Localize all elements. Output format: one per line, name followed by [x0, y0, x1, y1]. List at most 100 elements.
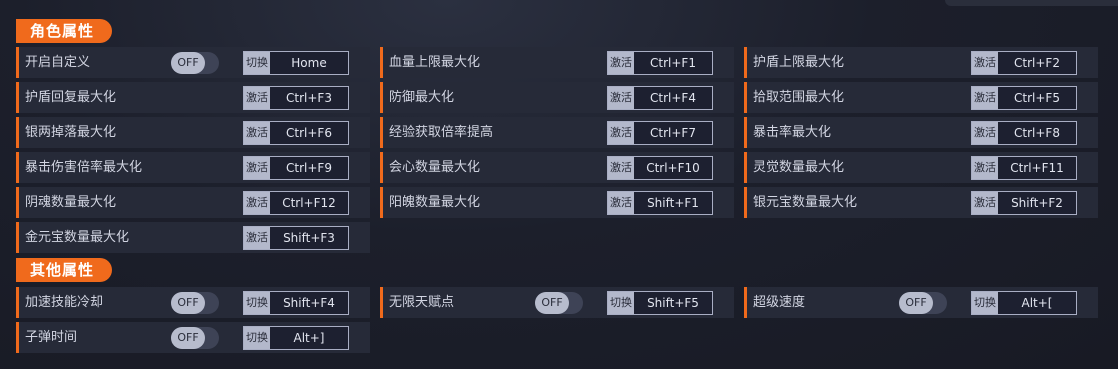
hotkey-key: Ctrl+F5 [1014, 91, 1060, 105]
hotkey-box[interactable]: 激活 Shift+F2 [971, 191, 1077, 215]
hotkey-box[interactable]: 激活 Ctrl+F2 [971, 51, 1077, 75]
hotkey-box[interactable]: 激活 Ctrl+F3 [243, 86, 349, 110]
hotkey-box[interactable]: 激活 Ctrl+F5 [971, 86, 1077, 110]
hotkey-key: Ctrl+F1 [650, 56, 696, 70]
row-bullet-time: 子弹时间 OFF 切换 Alt+] [16, 322, 370, 353]
hotkey-box[interactable]: 激活 Ctrl+F8 [971, 121, 1077, 145]
row-talent: 无限天赋点 OFF 切换 Shift+F5 [380, 287, 734, 318]
row-label: 阴魂数量最大化 [25, 195, 117, 210]
row-label: 开启自定义 [25, 55, 91, 70]
row-custom: 开启自定义 OFF 切换 Home [16, 47, 370, 78]
hotkey-verb: 激活 [972, 122, 998, 144]
hotkey-box[interactable]: 激活 Shift+F1 [607, 191, 713, 215]
hotkey-verb: 激活 [244, 157, 270, 179]
hotkey-verb: 切换 [244, 292, 270, 314]
row-label: 暴击率最大化 [753, 125, 832, 140]
hotkey-verb: 激活 [608, 157, 634, 179]
hotkey-key: Home [291, 56, 327, 70]
hotkey-box[interactable]: 激活 Shift+F3 [243, 226, 349, 250]
row-hp-max: 血量上限最大化 激活 Ctrl+F1 [380, 47, 734, 78]
hotkey-key: Ctrl+F7 [650, 126, 696, 140]
hotkey-verb: 激活 [972, 192, 998, 214]
hotkey-verb: 激活 [244, 87, 270, 109]
toggle-switch[interactable]: OFF [171, 327, 219, 349]
row-lingjue: 灵觉数量最大化 激活 Ctrl+F11 [744, 152, 1098, 183]
toggle-state: OFF [171, 327, 205, 349]
hotkey-verb: 激活 [244, 227, 270, 249]
hotkey-box[interactable]: 激活 Ctrl+F12 [243, 191, 349, 215]
section-header-character: 角色属性 [16, 19, 113, 43]
section-header-other: 其他属性 [16, 258, 113, 282]
row-label: 灵觉数量最大化 [753, 160, 845, 175]
hotkey-box[interactable]: 激活 Ctrl+F11 [971, 156, 1077, 180]
row-huixin: 会心数量最大化 激活 Ctrl+F10 [380, 152, 734, 183]
hotkey-verb: 切换 [608, 292, 634, 314]
row-label: 暴击伤害倍率最大化 [25, 160, 143, 175]
row-label: 防御最大化 [389, 90, 455, 105]
hotkey-box[interactable]: 激活 Ctrl+F1 [607, 51, 713, 75]
row-label: 银两掉落最大化 [25, 125, 117, 140]
row-speed: 超级速度 OFF 切换 Alt+[ [744, 287, 1098, 318]
row-label: 阳魄数量最大化 [389, 195, 481, 210]
hotkey-box[interactable]: 切换 Alt+] [243, 326, 349, 350]
hotkey-key: Ctrl+F6 [286, 126, 332, 140]
hotkey-key: Ctrl+F9 [286, 161, 332, 175]
row-crit-dmg: 暴击伤害倍率最大化 激活 Ctrl+F9 [16, 152, 370, 183]
row-label: 银元宝数量最大化 [753, 195, 858, 210]
hotkey-key: Ctrl+F11 [1010, 161, 1064, 175]
hotkey-verb: 激活 [972, 87, 998, 109]
toggle-state: OFF [535, 292, 569, 314]
hotkey-key: Shift+F5 [647, 296, 699, 310]
row-label: 护盾回复最大化 [25, 90, 117, 105]
hotkey-key: Shift+F4 [283, 296, 335, 310]
row-label: 拾取范围最大化 [753, 90, 845, 105]
hotkey-key: Ctrl+F4 [650, 91, 696, 105]
hotkey-box[interactable]: 激活 Ctrl+F7 [607, 121, 713, 145]
hotkey-verb: 激活 [972, 157, 998, 179]
row-label: 金元宝数量最大化 [25, 230, 130, 245]
row-silver-drop: 银两掉落最大化 激活 Ctrl+F6 [16, 117, 370, 148]
row-shield-regen: 护盾回复最大化 激活 Ctrl+F3 [16, 82, 370, 113]
toggle-switch[interactable]: OFF [171, 52, 219, 74]
hotkey-box[interactable]: 切换 Alt+[ [971, 291, 1077, 315]
row-label: 加速技能冷却 [25, 295, 104, 310]
row-label: 子弹时间 [25, 330, 78, 345]
row-label: 血量上限最大化 [389, 55, 481, 70]
row-label: 无限天赋点 [389, 295, 455, 310]
toggle-switch[interactable]: OFF [535, 292, 583, 314]
hotkey-key: Shift+F1 [647, 196, 699, 210]
hotkey-box[interactable]: 激活 Ctrl+F9 [243, 156, 349, 180]
toggle-state: OFF [171, 52, 205, 74]
hotkey-box[interactable]: 切换 Home [243, 51, 349, 75]
hotkey-verb: 切换 [244, 52, 270, 74]
row-label: 会心数量最大化 [389, 160, 481, 175]
hotkey-key: Alt+] [293, 331, 325, 345]
row-gold-ingot: 金元宝数量最大化 激活 Shift+F3 [16, 222, 370, 253]
row-label: 经验获取倍率提高 [389, 125, 494, 140]
hotkey-verb: 激活 [608, 192, 634, 214]
hotkey-verb: 切换 [244, 327, 270, 349]
toggle-state: OFF [171, 292, 205, 314]
hotkey-box[interactable]: 切换 Shift+F5 [607, 291, 713, 315]
hotkey-key: Shift+F2 [1011, 196, 1063, 210]
hotkey-box[interactable]: 激活 Ctrl+F6 [243, 121, 349, 145]
hotkey-key: Shift+F3 [283, 231, 335, 245]
hotkey-key: Ctrl+F2 [1014, 56, 1060, 70]
hotkey-verb: 激活 [244, 122, 270, 144]
hotkey-key: Alt+[ [1021, 296, 1053, 310]
toggle-switch[interactable]: OFF [171, 292, 219, 314]
toggle-switch[interactable]: OFF [899, 292, 947, 314]
row-skill-cd: 加速技能冷却 OFF 切换 Shift+F4 [16, 287, 370, 318]
row-silver-ingot: 银元宝数量最大化 激活 Shift+F2 [744, 187, 1098, 218]
top-decoration [945, 0, 1118, 6]
hotkey-verb: 激活 [608, 122, 634, 144]
hotkey-box[interactable]: 激活 Ctrl+F4 [607, 86, 713, 110]
hotkey-verb: 切换 [972, 292, 998, 314]
hotkey-verb: 激活 [608, 52, 634, 74]
hotkey-box[interactable]: 切换 Shift+F4 [243, 291, 349, 315]
row-defense: 防御最大化 激活 Ctrl+F4 [380, 82, 734, 113]
row-yinpo: 阴魂数量最大化 激活 Ctrl+F12 [16, 187, 370, 218]
row-pickup: 拾取范围最大化 激活 Ctrl+F5 [744, 82, 1098, 113]
hotkey-key: Ctrl+F8 [1014, 126, 1060, 140]
hotkey-box[interactable]: 激活 Ctrl+F10 [607, 156, 713, 180]
